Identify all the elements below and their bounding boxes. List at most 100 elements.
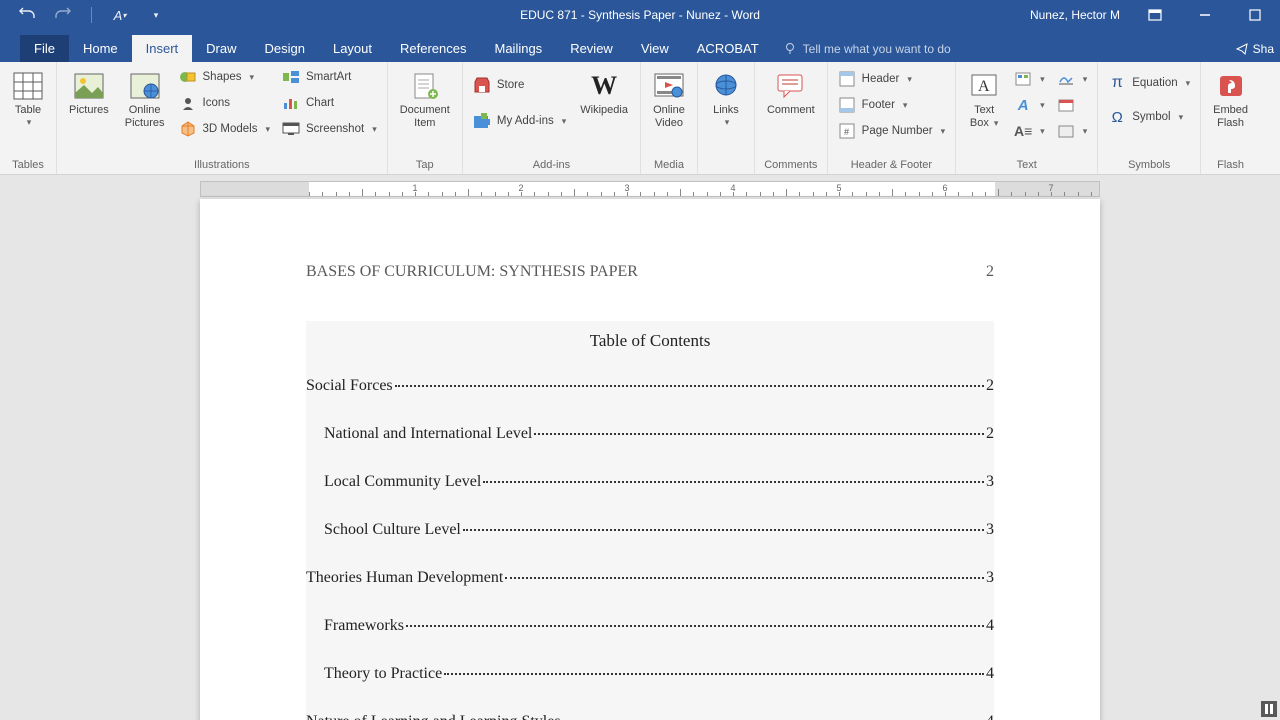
footer-button[interactable]: Footer ▾ <box>834 94 950 116</box>
toc-entry-text: Theories Human Development <box>306 569 503 587</box>
toc-entry[interactable]: School Culture Level 3 <box>306 521 994 539</box>
tab-draw[interactable]: Draw <box>192 35 250 62</box>
wordart-button[interactable]: A▾ <box>1010 94 1049 116</box>
toc-entry[interactable]: Theories Human Development 3 <box>306 569 994 587</box>
tab-insert[interactable]: Insert <box>132 35 193 62</box>
object-button[interactable]: ▾ <box>1053 120 1092 142</box>
chart-button[interactable]: Chart <box>278 92 381 114</box>
shapes-button[interactable]: Shapes▾ <box>175 66 275 88</box>
tell-me-search[interactable]: Tell me what you want to do <box>773 36 961 62</box>
text-box-icon: A <box>968 70 1000 102</box>
horizontal-ruler[interactable]: 1234567 <box>200 181 1100 197</box>
lightbulb-icon <box>783 42 797 56</box>
symbol-icon: Ω <box>1108 108 1126 126</box>
chart-icon <box>282 94 300 112</box>
document-page[interactable]: BASES OF CURRICULUM: SYNTHESIS PAPER 2 T… <box>200 199 1100 720</box>
minimize-button[interactable] <box>1190 3 1220 27</box>
toc-entry-text: Local Community Level <box>324 473 481 491</box>
ribbon-display-options-button[interactable] <box>1140 3 1170 27</box>
group-label-symbols: Symbols <box>1104 157 1194 174</box>
maximize-button[interactable] <box>1240 3 1270 27</box>
online-video-button[interactable]: Online Video <box>647 66 691 134</box>
undo-button[interactable] <box>15 3 39 27</box>
toc-entry[interactable]: Nature of Learning and Learning Styles 4 <box>306 713 994 720</box>
page-number-button[interactable]: # Page Number ▾ <box>834 120 950 142</box>
signature-icon <box>1057 70 1075 88</box>
toc-leader <box>406 625 984 627</box>
wordart-icon: A <box>1014 96 1032 114</box>
toc-field[interactable]: Table of Contents Social Forces 2 Nationa… <box>306 321 994 720</box>
group-links: Links ▾ <box>698 62 755 174</box>
document-item-button[interactable]: Document Item <box>394 66 456 134</box>
wikipedia-button[interactable]: W Wikipedia <box>574 66 634 121</box>
embed-flash-button[interactable]: Embed Flash <box>1207 66 1254 134</box>
toc-entry-page: 3 <box>986 521 994 539</box>
symbol-button[interactable]: Ω Symbol ▾ <box>1104 106 1194 128</box>
group-text: A Text Box ▾ ▾ A▾ A≡▾ ▾ ▾ Text <box>956 62 1098 174</box>
table-icon <box>12 70 44 102</box>
3d-models-button[interactable]: 3D Models▾ <box>175 118 275 140</box>
group-header-footer: Header ▾ Footer ▾ # Page Number ▾ Header… <box>828 62 957 174</box>
share-button[interactable]: Sha <box>1235 42 1274 56</box>
pictures-button[interactable]: Pictures <box>63 66 115 121</box>
wikipedia-icon: W <box>588 70 620 102</box>
toc-title: Table of Contents <box>306 331 994 351</box>
toc-entry-text: Social Forces <box>306 377 393 395</box>
links-button[interactable]: Links ▾ <box>704 66 748 132</box>
store-button[interactable]: Store <box>469 74 570 96</box>
table-button[interactable]: Table ▾ <box>6 66 50 132</box>
date-time-button[interactable] <box>1053 94 1092 116</box>
icons-button[interactable]: Icons <box>175 92 275 114</box>
tab-file[interactable]: File <box>20 35 69 62</box>
online-pictures-button[interactable]: Online Pictures <box>119 66 171 134</box>
group-symbols: π Equation ▾ Ω Symbol ▾ Symbols <box>1098 62 1201 174</box>
header-icon <box>838 70 856 88</box>
group-addins: Store My Add-ins ▾ W Wikipedia Add-ins <box>463 62 641 174</box>
3d-models-icon <box>179 120 197 138</box>
equation-button[interactable]: π Equation ▾ <box>1104 72 1194 94</box>
tab-references[interactable]: References <box>386 35 480 62</box>
font-display-button[interactable]: A▾ <box>108 3 132 27</box>
page-number-icon: # <box>838 122 856 140</box>
group-label-header-footer: Header & Footer <box>834 157 950 174</box>
addins-icon <box>473 112 491 130</box>
toc-entry[interactable]: Frameworks 4 <box>306 617 994 635</box>
tab-view[interactable]: View <box>627 35 683 62</box>
group-tables: Table ▾ Tables <box>0 62 57 174</box>
quick-parts-button[interactable]: ▾ <box>1010 68 1049 90</box>
smartart-button[interactable]: SmartArt <box>278 66 381 88</box>
share-icon <box>1235 42 1249 56</box>
toc-entry[interactable]: Social Forces 2 <box>306 377 994 395</box>
store-icon <box>473 76 491 94</box>
my-addins-button[interactable]: My Add-ins ▾ <box>469 110 570 132</box>
svg-text:A: A <box>978 78 990 95</box>
tab-acrobat[interactable]: ACROBAT <box>683 35 773 62</box>
user-name[interactable]: Nunez, Hector M <box>1030 8 1120 22</box>
screenshot-button[interactable]: Screenshot▾ <box>278 118 381 140</box>
toc-entry[interactable]: Local Community Level 3 <box>306 473 994 491</box>
date-time-icon <box>1057 96 1075 114</box>
drop-cap-button[interactable]: A≡▾ <box>1010 120 1049 142</box>
header-button[interactable]: Header ▾ <box>834 68 950 90</box>
redo-button[interactable] <box>51 3 75 27</box>
tab-mailings[interactable]: Mailings <box>481 35 557 62</box>
running-head-text: BASES OF CURRICULUM: SYNTHESIS PAPER <box>306 263 638 281</box>
group-label-illustrations: Illustrations <box>63 157 381 174</box>
tab-review[interactable]: Review <box>556 35 627 62</box>
comment-button[interactable]: Comment <box>761 66 821 121</box>
signature-line-button[interactable]: ▾ <box>1053 68 1092 90</box>
pause-indicator-icon <box>1261 701 1277 717</box>
toc-leader <box>395 385 984 387</box>
tab-home[interactable]: Home <box>69 35 132 62</box>
flash-icon <box>1215 70 1247 102</box>
toc-entry[interactable]: National and International Level 2 <box>306 425 994 443</box>
tab-design[interactable]: Design <box>251 35 319 62</box>
toc-entry[interactable]: Theory to Practice 4 <box>306 665 994 683</box>
comment-icon <box>775 70 807 102</box>
toc-entry-page: 4 <box>986 617 994 635</box>
toc-entry-page: 3 <box>986 473 994 491</box>
toc-leader <box>483 481 984 483</box>
qat-customize-button[interactable]: ▾ <box>144 3 168 27</box>
tab-layout[interactable]: Layout <box>319 35 386 62</box>
text-box-button[interactable]: A Text Box ▾ <box>962 66 1006 134</box>
